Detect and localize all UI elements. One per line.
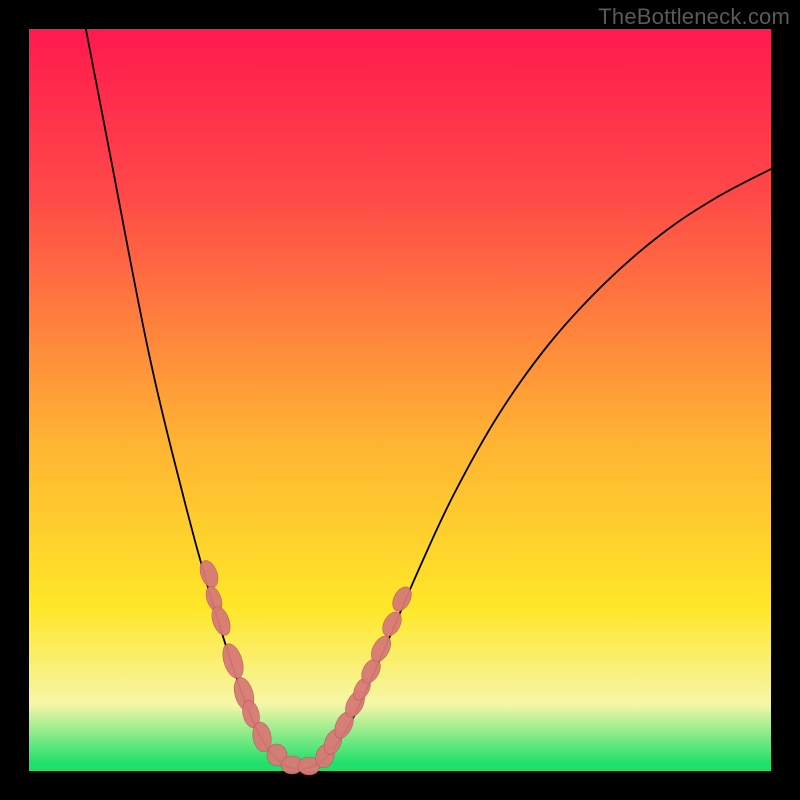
data-blob [219, 641, 247, 681]
chart-svg [29, 29, 771, 771]
data-blob [379, 609, 405, 639]
watermark-text: TheBottleneck.com [598, 4, 790, 30]
bottleneck-curve [82, 9, 771, 769]
plot-area [29, 29, 771, 771]
chart-frame: TheBottleneck.com [0, 0, 800, 800]
data-point-blobs [197, 558, 415, 775]
